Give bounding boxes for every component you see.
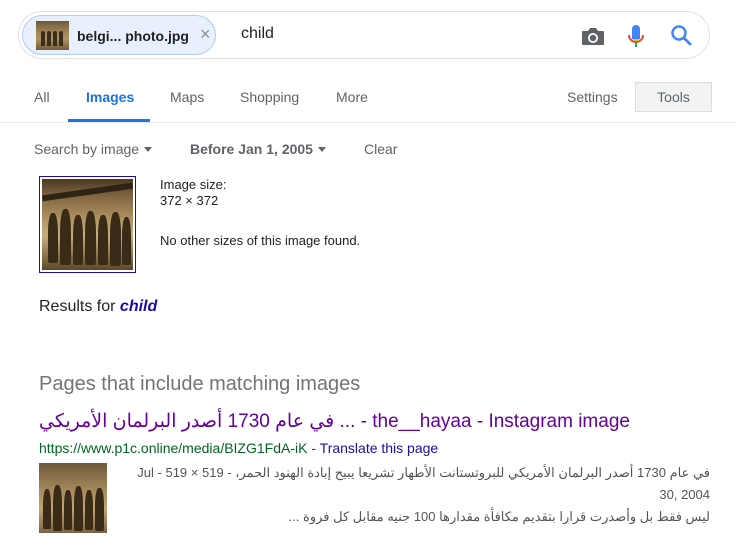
search-by-image-dropdown[interactable]: Search by image [34, 141, 153, 157]
tab-shopping[interactable]: Shopping [240, 89, 299, 105]
filter-bar: Search by image Before Jan 1, 2005 Clear [0, 141, 736, 159]
camera-icon[interactable] [580, 24, 606, 48]
date-filter-dropdown[interactable]: Before Jan 1, 2005 [190, 141, 326, 157]
chip-thumbnail [36, 21, 69, 50]
chip-filename: belgi... photo.jpg [77, 28, 189, 44]
tab-more[interactable]: More [336, 89, 368, 105]
caret-down-icon [144, 146, 153, 152]
search-bar[interactable]: belgi... photo.jpg × child [18, 11, 710, 59]
image-size-value: 372 × 372 [160, 193, 219, 208]
translate-link[interactable]: Translate this page [320, 440, 439, 456]
results-for: Results for child [39, 298, 157, 316]
search-icon[interactable] [669, 23, 693, 47]
close-icon[interactable]: × [200, 25, 211, 43]
date-filter-label: Before Jan 1, 2005 [190, 141, 313, 157]
result-snippet: في عام 1730 أصدر البرلمان الأمريكي للبرو… [118, 462, 710, 528]
snippet-line-2: ليس فقط بل وأصدرت قرارا بتقديم مكافأة مق… [288, 509, 710, 524]
image-chip[interactable]: belgi... photo.jpg × [22, 15, 216, 55]
tabs-divider [0, 122, 736, 123]
search-tabs: All Images Maps Shopping More Settings T… [0, 80, 736, 122]
image-size-label: Image size: [160, 177, 227, 192]
mic-icon[interactable] [625, 23, 647, 49]
snippet-line-1: في عام 1730 أصدر البرلمان الأمريكي للبرو… [137, 465, 710, 502]
result-url: https://www.p1c.online/media/BIZG1FdA-iK [39, 440, 308, 456]
tab-images[interactable]: Images [86, 89, 134, 105]
pages-heading: Pages that include matching images [39, 373, 361, 395]
tools-button[interactable]: Tools [635, 82, 712, 112]
image-size-info: Image size: 372 × 372 [160, 177, 226, 209]
settings-link[interactable]: Settings [567, 89, 618, 105]
search-input[interactable]: child [241, 25, 274, 43]
result-url-line: https://www.p1c.online/media/BIZG1FdA-iK… [39, 440, 439, 456]
tab-maps[interactable]: Maps [170, 89, 204, 105]
results-for-prefix: Results for [39, 298, 116, 315]
result-title-link[interactable]: في عام 1730 أصدر البرلمان الأمريكي ... -… [39, 410, 630, 433]
caret-down-icon [317, 146, 326, 152]
no-other-sizes-text: No other sizes of this image found. [160, 233, 361, 248]
result-thumbnail[interactable] [39, 463, 107, 533]
query-image-thumbnail[interactable] [39, 176, 136, 273]
results-for-term[interactable]: child [120, 298, 157, 315]
tab-all[interactable]: All [34, 89, 50, 105]
clear-link[interactable]: Clear [364, 141, 397, 157]
query-photo [42, 179, 133, 270]
search-by-label: Search by image [34, 141, 140, 157]
